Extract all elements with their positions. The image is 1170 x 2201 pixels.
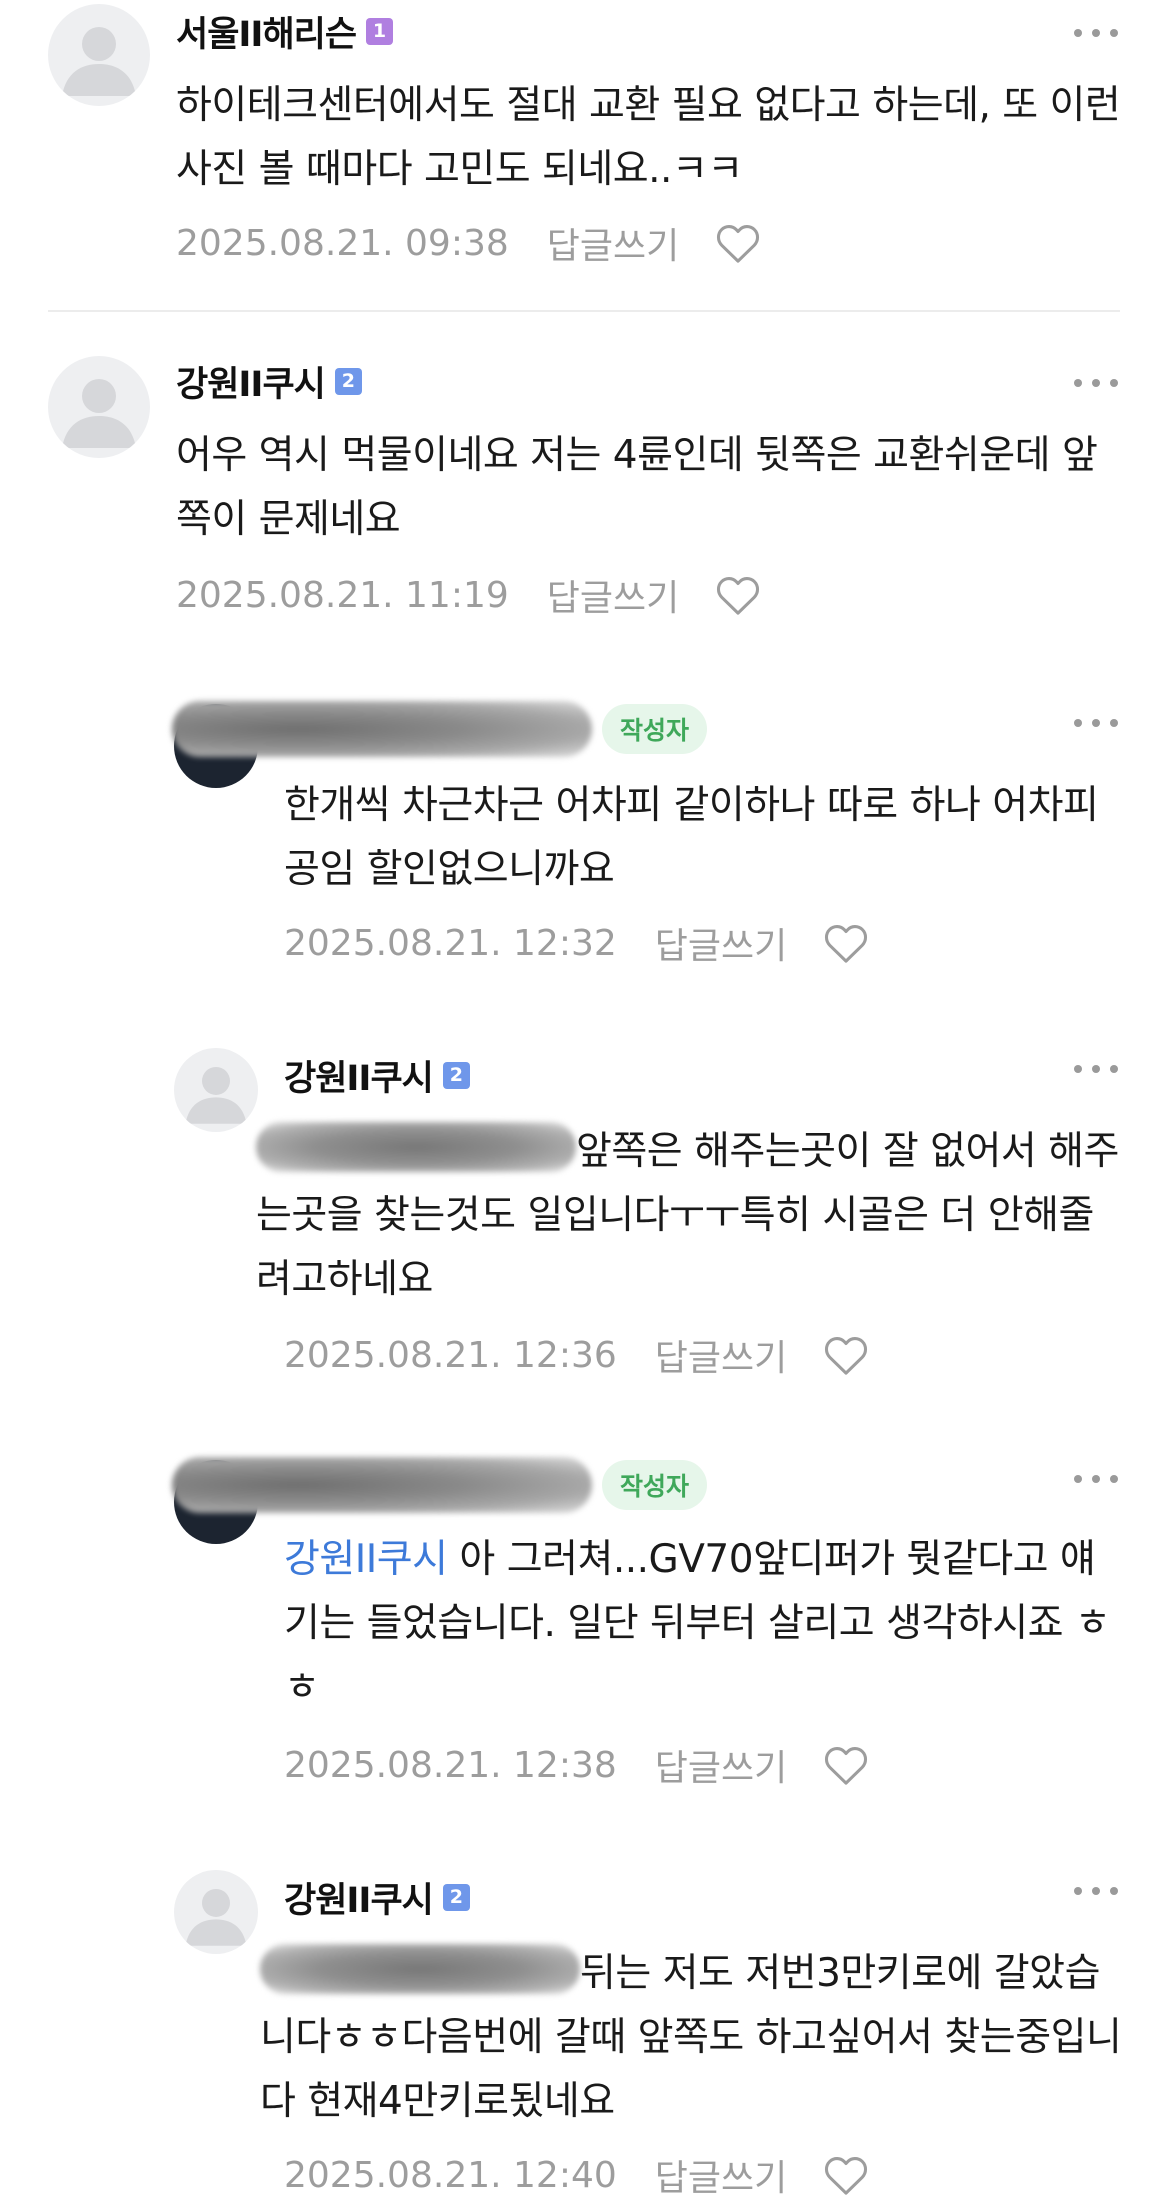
heart-icon[interactable]: [823, 922, 869, 964]
comment-date: 2025.08.21. 11:19: [176, 574, 509, 616]
default-avatar-icon[interactable]: [48, 356, 150, 458]
heart-icon[interactable]: [823, 2154, 869, 2196]
mention-link[interactable]: 강원II쿠시: [284, 1537, 448, 1582]
comment-date: 2025.08.21. 12:38: [284, 1744, 617, 1786]
heart-icon[interactable]: [823, 1334, 869, 1376]
comment-author[interactable]: 강원II쿠시: [176, 356, 326, 407]
comment-date: 2025.08.21. 12:32: [284, 922, 617, 964]
comment-date: 2025.08.21. 09:38: [176, 222, 509, 264]
comment-date: 2025.08.21. 12:36: [284, 1334, 617, 1376]
reply-button[interactable]: 답글쓰기: [655, 2149, 787, 2201]
comment-text: 하이테크센터에서도 절대 교환 필요 없다고 하는데, 또 이런 사진 볼 때마…: [176, 83, 1121, 192]
divider: [48, 310, 1120, 312]
level-badge: 2: [334, 367, 362, 395]
comment-author[interactable]: 강원II쿠시: [284, 1050, 434, 1101]
reply-button[interactable]: 답글쓰기: [655, 1329, 787, 1381]
comment-text: 한개씩 차근차근 어차피 같이하나 따로 하나 어차피 공임 할인없으니까요: [284, 783, 1099, 892]
author-badge: 작성자: [602, 1460, 708, 1510]
blurred-author-name: [172, 1457, 592, 1513]
default-avatar-icon[interactable]: [174, 1870, 258, 1954]
default-avatar-icon[interactable]: [48, 4, 150, 106]
heart-icon[interactable]: [715, 574, 761, 616]
author-badge: 작성자: [602, 704, 708, 754]
blurred-mention: [256, 1122, 576, 1172]
more-dots-icon[interactable]: [1074, 1884, 1118, 1898]
more-dots-icon[interactable]: [1074, 1472, 1118, 1486]
level-badge: 1: [366, 17, 394, 45]
comment-text: 어우 역시 먹물이네요 저는 4륜인데 뒷쪽은 교환쉬운데 앞쪽이 문제네요: [176, 433, 1098, 542]
comment-date: 2025.08.21. 12:40: [284, 2154, 617, 2196]
more-dots-icon[interactable]: [1074, 1062, 1118, 1076]
blurred-mention: [260, 1944, 580, 1994]
more-dots-icon[interactable]: [1074, 716, 1118, 730]
default-avatar-icon[interactable]: [174, 1048, 258, 1132]
more-dots-icon[interactable]: [1074, 376, 1118, 390]
level-badge: 2: [442, 1061, 470, 1089]
level-badge: 2: [442, 1883, 470, 1911]
reply-button[interactable]: 답글쓰기: [655, 1739, 787, 1791]
comment-author[interactable]: 강원II쿠시: [284, 1872, 434, 1923]
reply-button[interactable]: 답글쓰기: [547, 217, 679, 269]
reply-button[interactable]: 답글쓰기: [547, 569, 679, 621]
more-dots-icon[interactable]: [1074, 26, 1118, 40]
blurred-author-name: [172, 701, 592, 757]
heart-icon[interactable]: [715, 222, 761, 264]
reply-button[interactable]: 답글쓰기: [655, 917, 787, 969]
heart-icon[interactable]: [823, 1744, 869, 1786]
comment-author[interactable]: 서울II해리슨: [176, 6, 357, 57]
